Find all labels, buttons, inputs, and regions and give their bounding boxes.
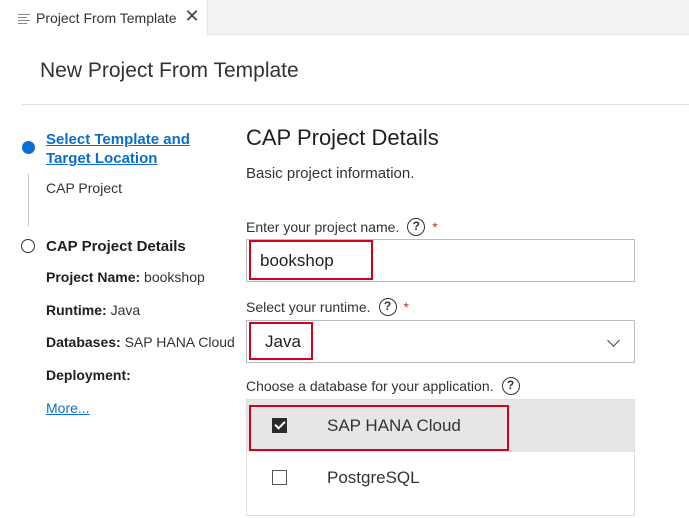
required-marker: * [403,299,409,315]
database-option-postgresql[interactable]: PostgreSQL [247,452,634,504]
project-name-input[interactable] [246,239,635,282]
summary-label: Deployment: [46,367,131,383]
checkbox-unchecked-icon[interactable] [272,470,287,485]
summary-deployment: Deployment: [46,367,131,383]
header-divider [22,104,689,105]
database-option-label: PostgreSQL [327,468,420,487]
editor-tab-bar: Project From Template ✕ [0,0,689,35]
summary-label: Databases: [46,334,121,350]
chevron-down-icon [607,334,620,347]
step-cap-project-details: CAP Project Details [46,238,186,255]
summary-databases: Databases: SAP HANA Cloud [46,334,235,350]
help-icon[interactable]: ? [501,377,520,395]
form-subtitle: Basic project information. [246,165,415,182]
more-link[interactable]: More... [46,400,90,416]
tab-title: Project From Template [36,9,177,26]
step-sub-label: CAP Project [46,180,122,196]
required-marker: * [432,219,438,235]
step-connector [28,174,29,226]
step-inactive-indicator-icon [21,239,35,253]
project-name-label: Enter your project name. ? * [246,218,438,236]
label-text: Enter your project name. [246,219,400,235]
help-icon[interactable]: ? [407,218,426,236]
page-title: New Project From Template [40,59,299,82]
runtime-select[interactable]: Java [246,320,635,363]
summary-value: SAP HANA Cloud [124,334,235,350]
summary-runtime: Runtime: Java [46,302,140,318]
label-text: Choose a database for your application. [246,378,494,394]
form-title: CAP Project Details [246,125,439,150]
database-option-label: SAP HANA Cloud [327,416,461,435]
help-icon[interactable]: ? [378,298,397,316]
database-option-sap-hana-cloud[interactable]: SAP HANA Cloud [247,400,634,452]
label-text: Select your runtime. [246,299,371,315]
checkbox-checked-icon[interactable] [272,418,287,433]
summary-label: Runtime: [46,302,107,318]
summary-value: bookshop [144,269,205,285]
summary-label: Project Name: [46,269,141,285]
database-label: Choose a database for your application. … [246,377,520,395]
step-select-template-link[interactable]: Select Template and Target Location [46,130,206,168]
database-list: SAP HANA Cloud PostgreSQL [246,399,635,516]
close-icon[interactable]: ✕ [184,7,200,25]
step-active-indicator-icon [22,141,35,154]
tab-project-from-template[interactable]: Project From Template ✕ [0,0,208,35]
summary-value: Java [110,302,141,318]
list-icon [18,13,30,24]
runtime-label: Select your runtime. ? * [246,298,409,316]
summary-project-name: Project Name: bookshop [46,269,205,285]
runtime-select-value: Java [265,332,301,351]
